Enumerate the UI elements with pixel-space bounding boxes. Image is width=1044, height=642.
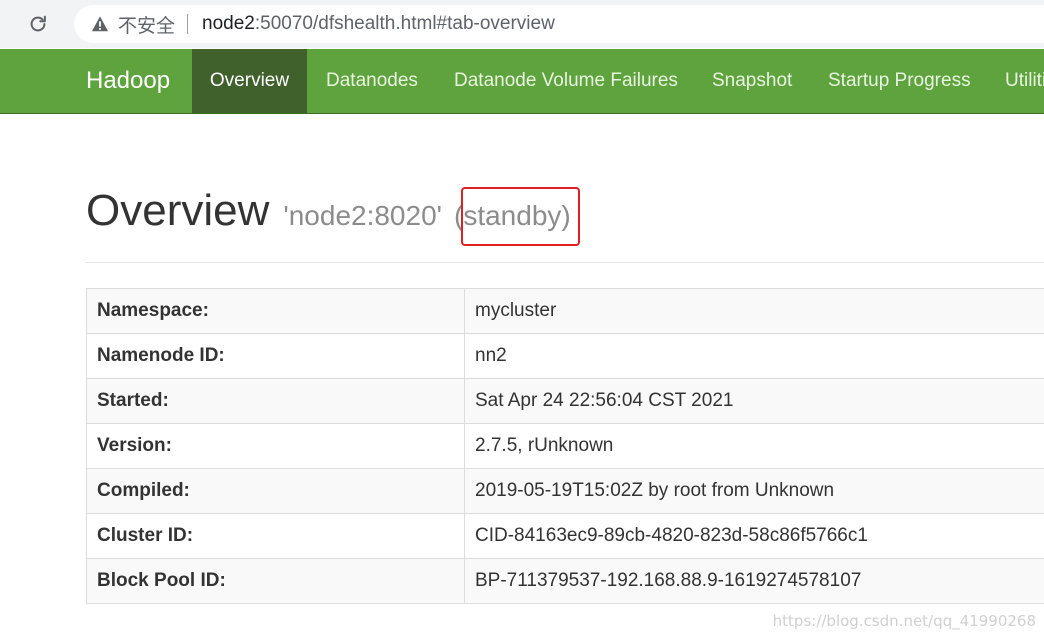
table-row: Compiled: 2019-05-19T15:02Z by root from… (86, 468, 1044, 514)
tab-overview[interactable]: Overview (192, 49, 307, 113)
address-bar[interactable]: 不安全 node2:50070/dfshealth.html#tab-overv… (74, 5, 1044, 43)
table-row: Block Pool ID: BP-711379537-192.168.88.9… (86, 558, 1044, 604)
reload-icon[interactable] (26, 12, 50, 36)
row-key: Version: (86, 423, 465, 469)
browser-toolbar: 不安全 node2:50070/dfshealth.html#tab-overv… (0, 0, 1044, 48)
hadoop-navbar: Hadoop Overview Datanodes Datanode Volum… (0, 49, 1044, 114)
brand-logo-link[interactable]: Hadoop (86, 49, 170, 113)
page-title: Overview (86, 186, 270, 235)
warning-icon[interactable] (90, 14, 110, 34)
row-key: Cluster ID: (86, 513, 465, 559)
row-value: 2019-05-19T15:02Z by root from Unknown (464, 468, 1044, 514)
watermark-text: https://blog.csdn.net/qq_41990268 (772, 612, 1036, 630)
tab-startup-progress[interactable]: Startup Progress (828, 49, 971, 113)
tab-datanode-volume-failures[interactable]: Datanode Volume Failures (454, 49, 678, 113)
namenode-address: 'node2:8020' (283, 200, 442, 231)
row-value: nn2 (464, 333, 1044, 379)
url-path: :50070/dfshealth.html#tab-overview (254, 13, 555, 34)
url-host: node2 (202, 13, 255, 34)
table-row: Started: Sat Apr 24 22:56:04 CST 2021 (86, 378, 1044, 424)
row-key: Compiled: (86, 468, 465, 514)
security-label[interactable]: 不安全 (118, 11, 175, 38)
row-value: CID-84163ec9-89cb-4820-823d-58c86f5766c1 (464, 513, 1044, 559)
table-row: Cluster ID: CID-84163ec9-89cb-4820-823d-… (86, 513, 1044, 559)
row-value: BP-711379537-192.168.88.9-1619274578107 (464, 558, 1044, 604)
row-key: Namespace: (86, 288, 465, 334)
row-key: Namenode ID: (86, 333, 465, 379)
row-key: Block Pool ID: (86, 558, 465, 604)
row-value: 2.7.5, rUnknown (464, 423, 1044, 469)
row-value: mycluster (464, 288, 1044, 334)
table-row: Namespace: mycluster (86, 288, 1044, 334)
row-key: Started: (86, 378, 465, 424)
table-row: Namenode ID: nn2 (86, 333, 1044, 379)
standby-highlight-box (461, 187, 580, 246)
tab-utilities[interactable]: Utilities (1005, 49, 1044, 113)
overview-info-table: Namespace: mycluster Namenode ID: nn2 St… (86, 288, 1044, 604)
header-divider (86, 262, 1044, 263)
url-text[interactable]: node2:50070/dfshealth.html#tab-overview (202, 13, 555, 35)
tab-snapshot[interactable]: Snapshot (712, 49, 792, 113)
tab-datanodes[interactable]: Datanodes (326, 49, 418, 113)
row-value: Sat Apr 24 22:56:04 CST 2021 (464, 378, 1044, 424)
table-row: Version: 2.7.5, rUnknown (86, 423, 1044, 469)
address-divider (187, 14, 189, 34)
